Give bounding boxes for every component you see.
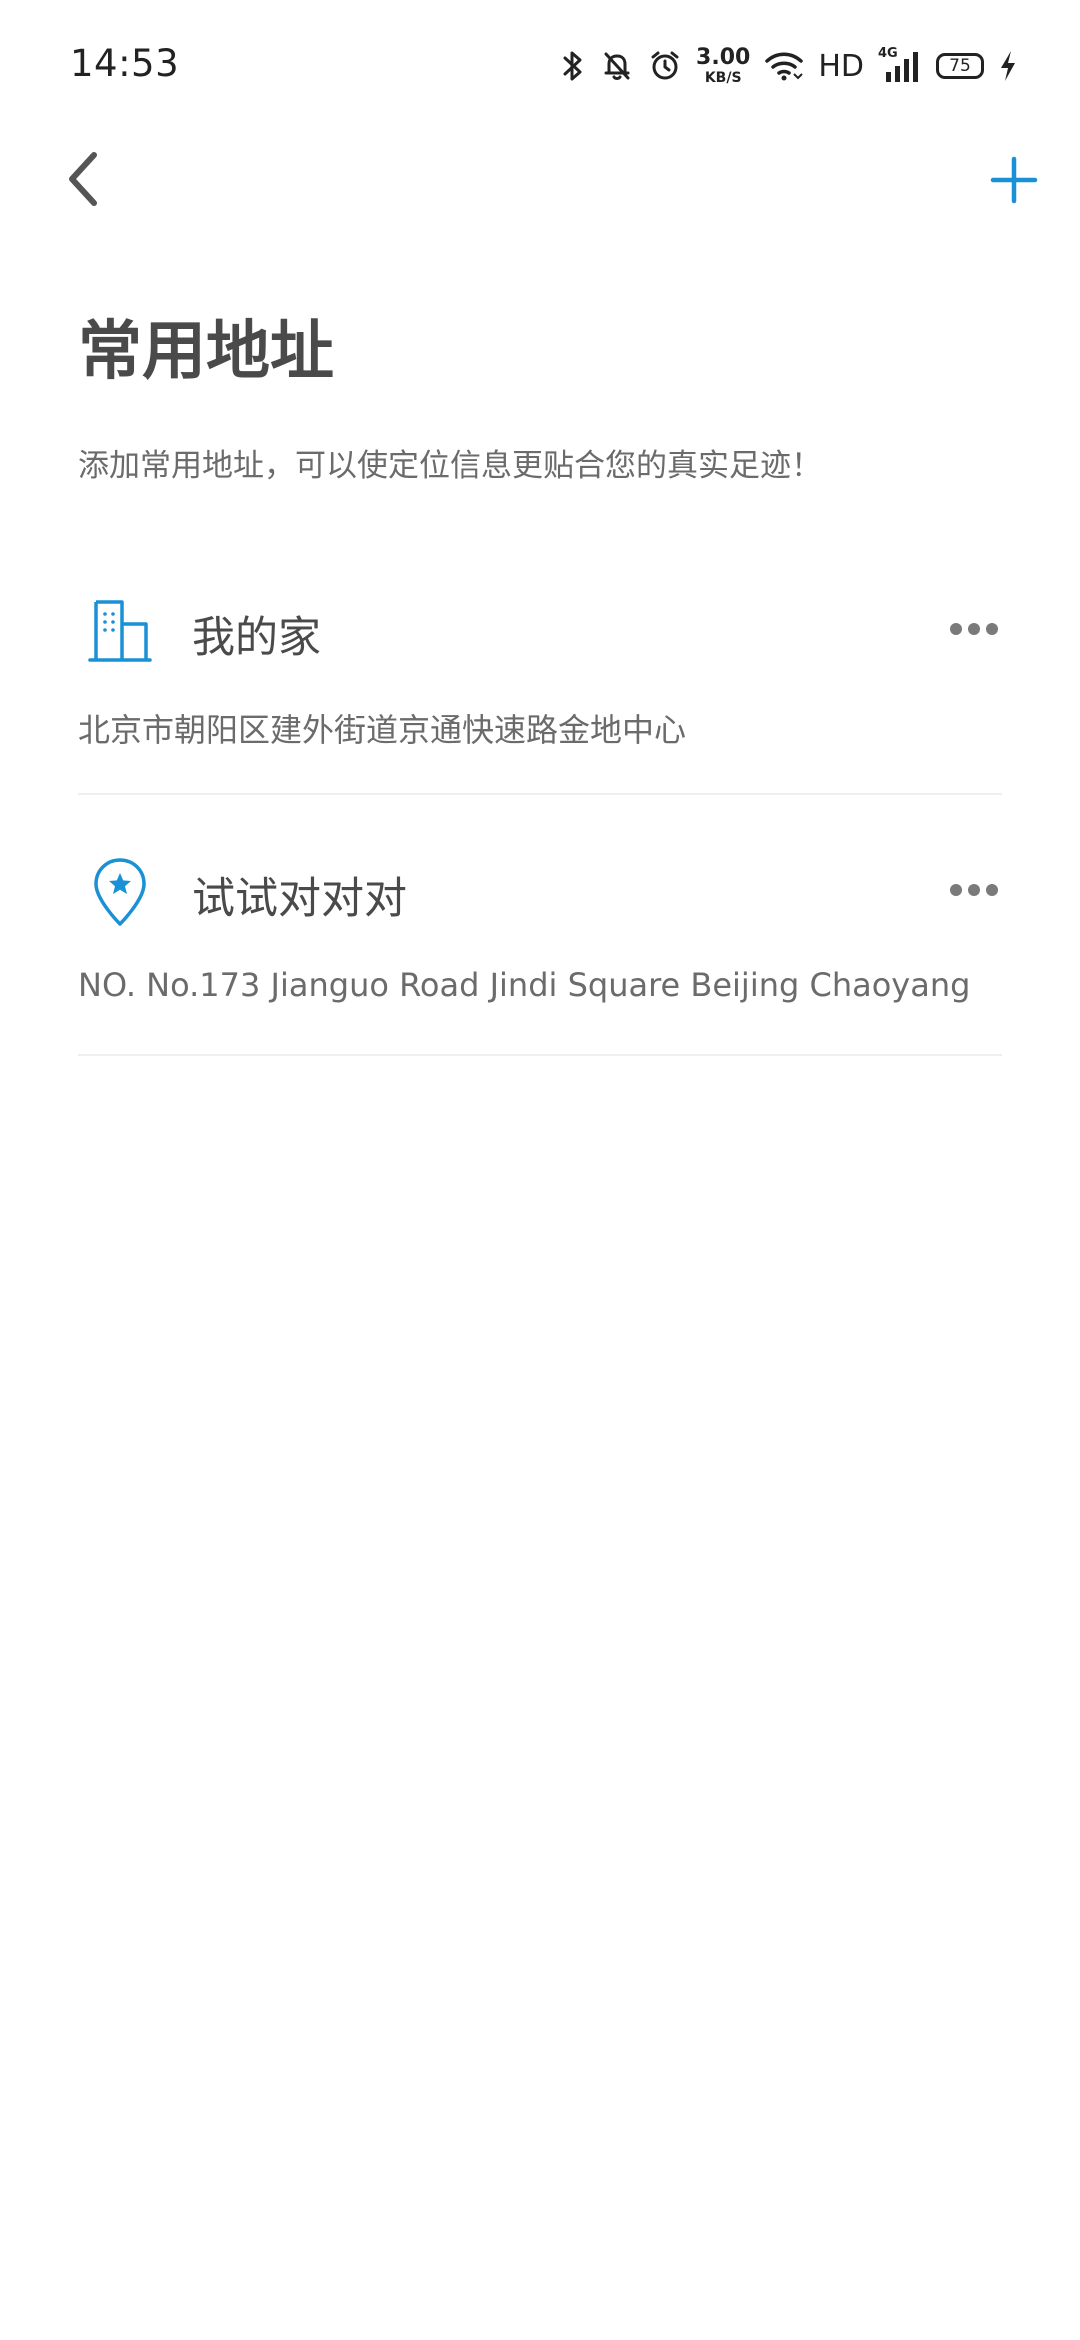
mute-bell-icon bbox=[600, 48, 634, 84]
alarm-icon bbox=[648, 48, 682, 84]
hd-label: HD bbox=[818, 48, 864, 84]
status-time: 14:53 bbox=[70, 42, 180, 85]
more-dot-icon bbox=[950, 623, 962, 635]
charging-icon bbox=[998, 49, 1018, 83]
network-speed-value: 3.00 bbox=[696, 45, 751, 70]
address-item-home[interactable]: 我的家 北京市朝阳区建外街道京通快速路金地中心 bbox=[78, 565, 1002, 795]
page-title: 常用地址 bbox=[78, 315, 334, 389]
address-detail: 北京市朝阳区建外街道京通快速路金地中心 bbox=[78, 711, 687, 749]
building-icon bbox=[88, 595, 152, 667]
more-dot-icon bbox=[950, 884, 962, 896]
battery-level: 75 bbox=[949, 56, 971, 76]
more-options-button[interactable] bbox=[946, 866, 1002, 914]
network-speed-unit: KB/S bbox=[704, 70, 742, 86]
network-speed: 3.00 KB/S bbox=[696, 45, 751, 86]
status-icons: 3.00 KB/S HD 4G 75 bbox=[560, 44, 1018, 88]
chevron-left-icon bbox=[64, 149, 104, 213]
back-button[interactable] bbox=[56, 148, 112, 214]
address-name: 试试对对对 bbox=[192, 874, 407, 924]
signal-icon: 4G bbox=[878, 46, 922, 84]
add-address-button[interactable] bbox=[984, 152, 1044, 212]
more-dot-icon bbox=[968, 623, 980, 635]
bluetooth-icon bbox=[560, 48, 586, 84]
address-item-custom[interactable]: 试试对对对 NO. No.173 Jianguo Road Jindi Squa… bbox=[78, 826, 1002, 1056]
more-dot-icon bbox=[986, 884, 998, 896]
more-options-button[interactable] bbox=[946, 605, 1002, 653]
location-pin-star-icon bbox=[88, 856, 152, 928]
battery-icon: 75 bbox=[936, 53, 984, 79]
more-dot-icon bbox=[968, 884, 980, 896]
status-bar: 14:53 3.00 KB/S HD 4G 75 bbox=[0, 0, 1080, 130]
plus-icon bbox=[989, 155, 1039, 209]
wifi-icon bbox=[764, 49, 804, 83]
more-dot-icon bbox=[986, 623, 998, 635]
address-name: 我的家 bbox=[192, 613, 321, 663]
signal-label: 4G bbox=[878, 46, 898, 61]
page-subtitle: 添加常用地址，可以使定位信息更贴合您的真实足迹！ bbox=[78, 448, 822, 484]
address-detail: NO. No.173 Jianguo Road Jindi Square Bei… bbox=[78, 966, 971, 1004]
